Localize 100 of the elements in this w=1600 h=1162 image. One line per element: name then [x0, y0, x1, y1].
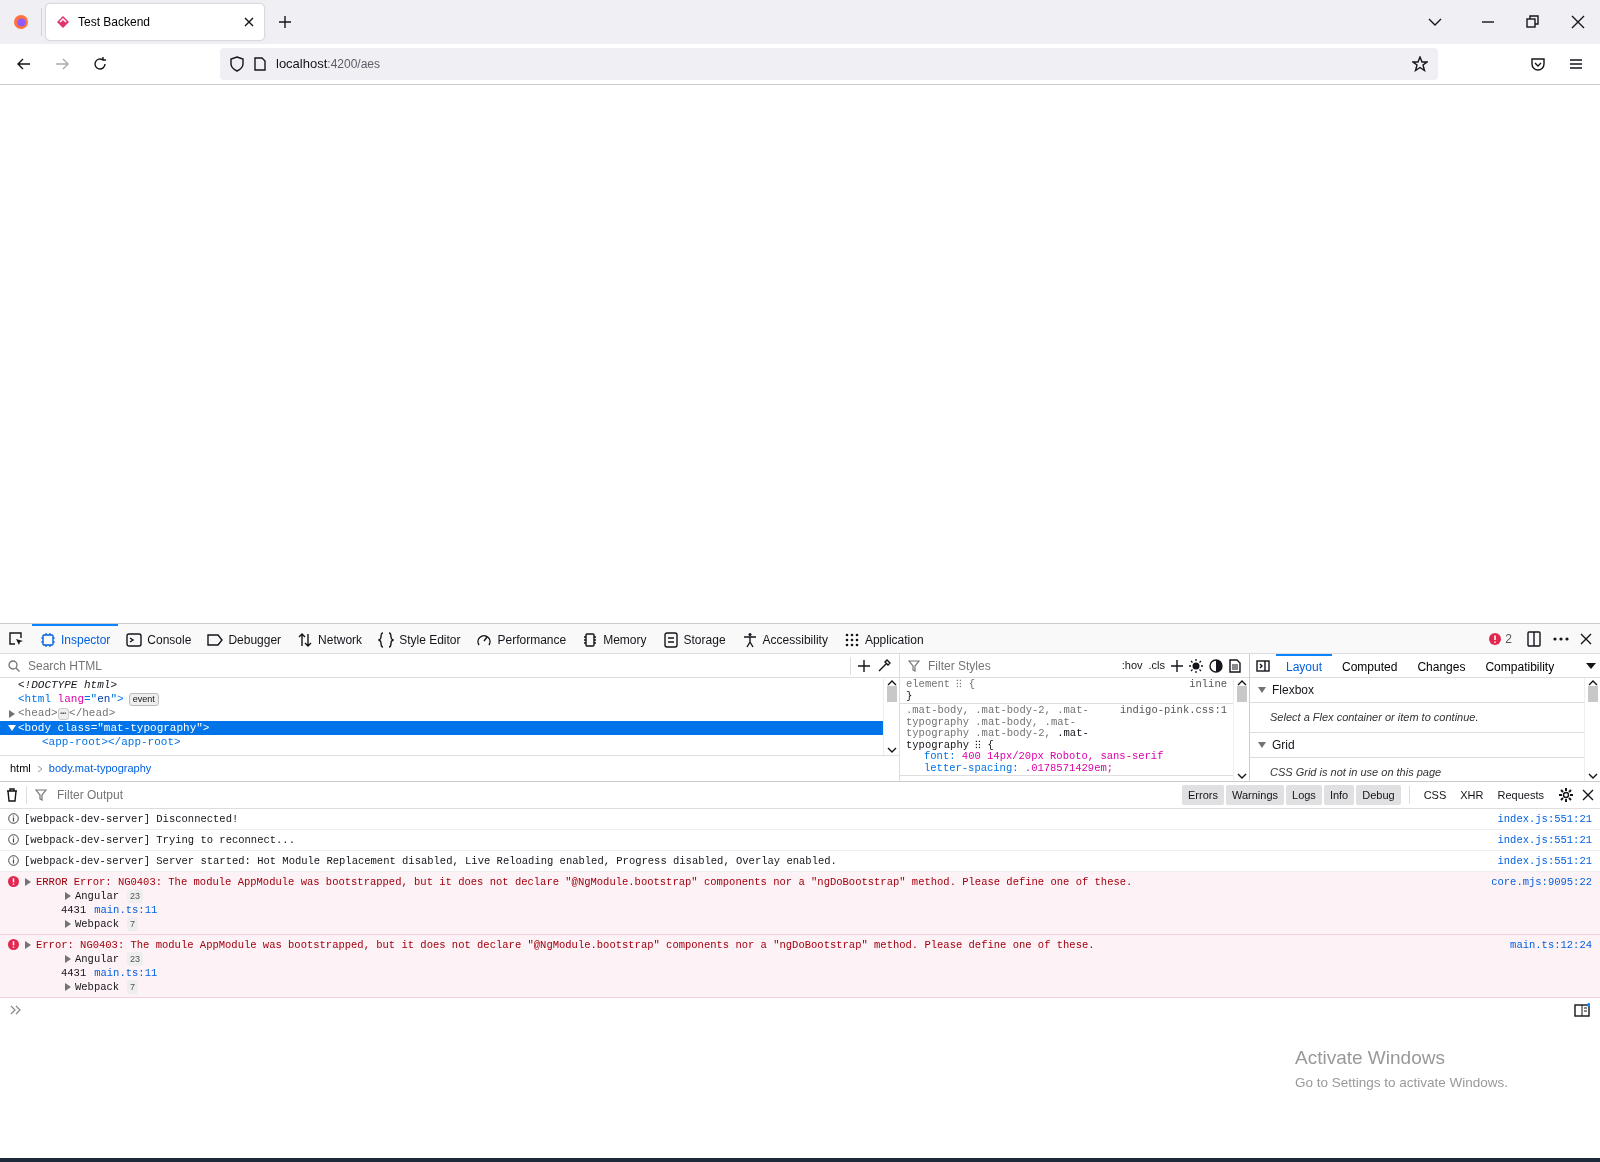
- devtools-tab[interactable]: Style Editor: [370, 623, 469, 654]
- markup-line[interactable]: <!DOCTYPE html>: [0, 678, 883, 692]
- request-filter[interactable]: XHR: [1454, 784, 1490, 806]
- twisty-icon[interactable]: [8, 709, 16, 718]
- toggle-button[interactable]: :hov: [1121, 657, 1143, 674]
- new-tab-button[interactable]: [278, 15, 292, 29]
- devtools-tab[interactable]: Application: [835, 623, 932, 654]
- sidebar-tab[interactable]: Compatibility: [1475, 653, 1565, 678]
- settings-icon: [1558, 787, 1574, 803]
- console-message: [webpack-dev-server] Disconnected!: [24, 812, 240, 826]
- section-header[interactable]: Flexbox: [1250, 678, 1584, 703]
- event-badge[interactable]: event: [128, 692, 159, 706]
- log-level-filter[interactable]: Warnings: [1225, 784, 1284, 806]
- devtools-tab[interactable]: Debugger: [199, 623, 290, 654]
- section-header[interactable]: Grid: [1250, 732, 1584, 758]
- error-count-number: 2: [1505, 630, 1512, 648]
- error-icon: [8, 939, 19, 950]
- dark-scheme-button[interactable]: [1209, 658, 1223, 673]
- stack-group-label: Webpack: [75, 917, 120, 931]
- editor-mode-icon: [1574, 1003, 1590, 1017]
- scrollbar-thumb[interactable]: [1236, 686, 1247, 702]
- prompt-icon[interactable]: [10, 1005, 22, 1015]
- scrollbar-thumb[interactable]: [1587, 686, 1598, 702]
- source-link[interactable]: core.mjs:9095:22: [1491, 875, 1592, 889]
- devtools-tab[interactable]: Performance: [468, 623, 575, 654]
- scrollbar-thumb[interactable]: [886, 686, 897, 702]
- source-link[interactable]: index.js:551:21: [1497, 833, 1592, 847]
- close-devtools-button[interactable]: [1580, 632, 1592, 645]
- devtools-tab[interactable]: Network: [289, 623, 371, 654]
- scroll-up-icon: [886, 680, 897, 686]
- devtools-tab[interactable]: Storage: [654, 623, 734, 654]
- css-source-link[interactable]: inline: [1189, 679, 1227, 691]
- stack-group[interactable]: Angular 23: [64, 889, 144, 903]
- light-scheme-button[interactable]: [1189, 658, 1203, 673]
- expand-arrow-icon[interactable]: [24, 941, 32, 949]
- stack-group[interactable]: Webpack 7: [64, 980, 139, 994]
- sidebar-tab[interactable]: Changes: [1407, 653, 1476, 678]
- print-media-button[interactable]: [1229, 658, 1241, 673]
- sidebar-tab[interactable]: Computed: [1332, 653, 1408, 678]
- css-source-link[interactable]: indigo-pink.css:1: [1119, 705, 1227, 717]
- breadcrumb[interactable]: body.mat-typography: [48, 760, 152, 777]
- breadcrumb[interactable]: html: [10, 760, 31, 777]
- source-link[interactable]: index.js:551:21: [1497, 854, 1592, 868]
- error-icon: [1489, 632, 1502, 645]
- add-node-button[interactable]: [857, 658, 871, 673]
- toggle-button[interactable]: .cls: [1148, 657, 1165, 674]
- markup-line[interactable]: <html lang="en"> event: [0, 692, 883, 706]
- log-level-filter[interactable]: Logs: [1286, 784, 1322, 806]
- add-rule-icon: [1171, 659, 1183, 672]
- eyedropper-icon: [877, 658, 891, 673]
- log-level-filter[interactable]: Errors: [1182, 784, 1224, 806]
- info-icon: [8, 834, 19, 845]
- scroll-up-icon: [1236, 680, 1247, 686]
- person-icon: [741, 631, 758, 648]
- page-icon[interactable]: [254, 57, 266, 71]
- scroll-down-icon: [1587, 773, 1598, 779]
- log-level-filter[interactable]: Info: [1323, 784, 1355, 806]
- devtools-tab[interactable]: Inspector: [32, 623, 119, 654]
- expand-arrow-icon[interactable]: [24, 878, 32, 886]
- devtools-tab[interactable]: Memory: [574, 623, 655, 654]
- toggle-sidebar-button[interactable]: [1256, 658, 1270, 673]
- more-tabs-button[interactable]: [1586, 662, 1596, 669]
- source-link[interactable]: main.ts:12:24: [1510, 938, 1592, 952]
- close-console-button[interactable]: [1582, 789, 1594, 801]
- request-filter[interactable]: Requests: [1491, 784, 1550, 806]
- eyedropper-button[interactable]: [877, 658, 891, 673]
- error-count[interactable]: 2: [1489, 629, 1512, 648]
- storage-icon: [662, 631, 679, 648]
- filter-styles-field[interactable]: Filter Styles: [926, 655, 1116, 676]
- add-rule-button[interactable]: [1171, 659, 1183, 672]
- light-scheme-icon: [1189, 658, 1203, 673]
- close-devtools-icon: [1580, 632, 1592, 645]
- request-filter[interactable]: CSS: [1417, 784, 1453, 806]
- dock-side-button[interactable]: [1526, 630, 1542, 647]
- settings-button[interactable]: [1558, 787, 1574, 803]
- frame-link[interactable]: main.ts:11: [94, 967, 158, 979]
- source-link[interactable]: index.js:551:21: [1497, 812, 1592, 826]
- shield-icon[interactable]: [230, 56, 244, 72]
- search-field[interactable]: Search HTML: [26, 655, 844, 676]
- clear-console-button[interactable]: [6, 788, 18, 802]
- info-icon: [8, 813, 19, 824]
- more-options-button[interactable]: [1552, 635, 1570, 642]
- stack-group[interactable]: Angular 23: [64, 952, 144, 966]
- star-icon[interactable]: [1412, 56, 1428, 72]
- markup-line[interactable]: <head> ⋯ </head>: [0, 706, 883, 721]
- browser-logo-icon[interactable]: [12, 14, 29, 30]
- forward-icon: [54, 56, 70, 72]
- devtools-tab[interactable]: Accessibility: [733, 623, 836, 654]
- log-level-filter[interactable]: Debug: [1356, 784, 1401, 806]
- twisty-icon[interactable]: [8, 724, 16, 732]
- devtools-tab[interactable]: Console: [118, 623, 200, 654]
- sidebar-tab[interactable]: Layout: [1276, 653, 1333, 678]
- editor-mode-button[interactable]: [1574, 1003, 1590, 1017]
- stack-group[interactable]: Webpack 7: [64, 917, 139, 931]
- markup-line[interactable]: <app-root></app-root>: [0, 735, 883, 749]
- frame-link[interactable]: main.ts:11: [94, 904, 158, 916]
- browser-tab[interactable]: Test Backend: [46, 4, 264, 40]
- console-message: [webpack-dev-server] Server started: Hot Module Replacement disabled, Live Reloading enabled, Progress disabled, Overlay enabled.: [24, 854, 838, 868]
- reload-icon: [92, 56, 108, 72]
- address-bar[interactable]: localhost:4200/aes: [220, 48, 1438, 80]
